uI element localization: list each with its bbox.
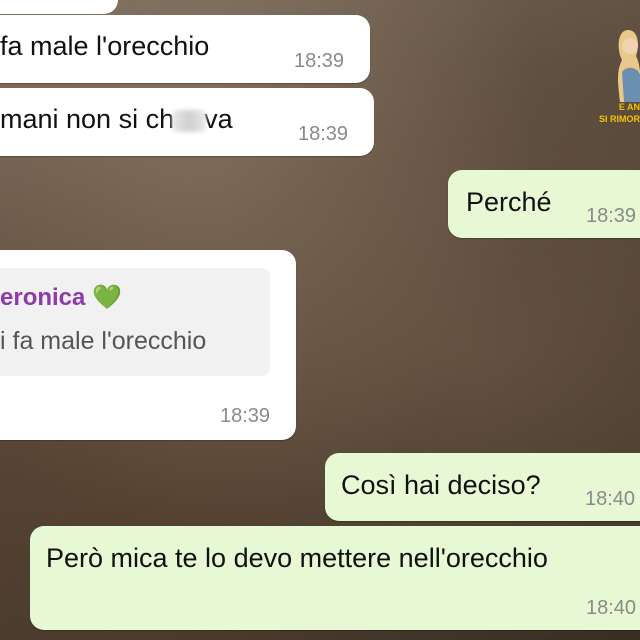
message-text: mani non si ch va xyxy=(0,103,233,135)
logo-text-line2: SI RIMOR xyxy=(598,114,640,124)
message-text-before: mani non si ch xyxy=(0,104,175,134)
quoted-message[interactable]: eronica 💚 i fa male l'orecchio xyxy=(0,268,270,376)
message-time: 18:39 xyxy=(298,123,349,145)
quoted-sender-name: eronica 💚 xyxy=(0,284,122,311)
message-text: fa male l'orecchio xyxy=(0,31,210,61)
partial-incoming-bubble xyxy=(0,0,118,14)
incoming-reply-message[interactable]: eronica 💚 i fa male l'orecchio 18:39 xyxy=(0,250,296,440)
watermark-logo: E AN SI RIMOR xyxy=(599,22,640,132)
message-time: 18:40 xyxy=(585,488,636,510)
message-time: 18:40 xyxy=(586,597,637,619)
message-time: 18:39 xyxy=(220,405,271,427)
censor-blur xyxy=(172,109,207,132)
message-time: 18:39 xyxy=(294,50,345,72)
message-text: Perché xyxy=(466,187,552,217)
outgoing-message-pero[interactable]: Però mica te lo devo mettere nell'orecch… xyxy=(30,526,640,630)
message-text-after: va xyxy=(204,104,233,134)
woman-figure-icon xyxy=(618,30,640,102)
incoming-message-2[interactable]: mani non si ch va 18:39 xyxy=(0,88,374,156)
outgoing-message-perche[interactable]: Perché 18:39 xyxy=(448,170,640,238)
logo-text-line1: E AN xyxy=(618,102,640,112)
message-text: Così hai deciso? xyxy=(341,470,541,500)
outgoing-message-cosi[interactable]: Così hai deciso? 18:40 xyxy=(325,453,640,521)
incoming-message-1[interactable]: fa male l'orecchio 18:39 xyxy=(0,15,370,83)
quoted-text: i fa male l'orecchio xyxy=(0,327,207,355)
message-text: Però mica te lo devo mettere nell'orecch… xyxy=(46,543,548,573)
message-time: 18:39 xyxy=(586,205,637,227)
